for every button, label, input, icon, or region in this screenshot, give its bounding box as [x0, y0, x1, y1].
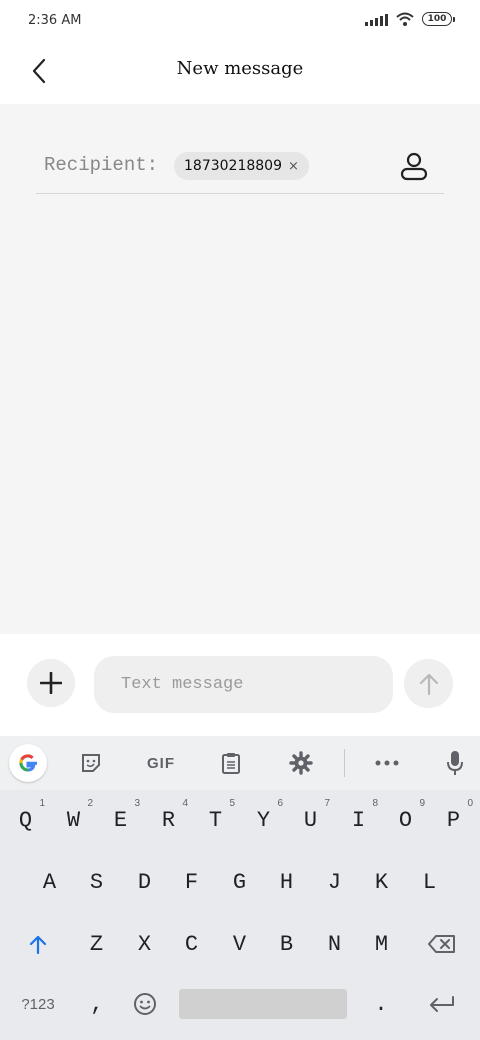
key-k[interactable]: K [358, 858, 405, 906]
key-z[interactable]: Z [73, 920, 120, 968]
google-icon[interactable] [9, 744, 47, 782]
key-i[interactable]: I8 [335, 796, 382, 844]
app-header: New message [0, 42, 480, 104]
enter-key[interactable] [416, 980, 468, 1028]
symbols-key[interactable]: ?123 [10, 980, 66, 1028]
send-button[interactable] [404, 659, 453, 708]
person-icon [400, 152, 428, 181]
plus-icon [40, 672, 62, 694]
chip-close-icon[interactable]: × [288, 159, 299, 174]
key-h[interactable]: H [263, 858, 310, 906]
page-title: New message [176, 58, 304, 79]
gif-icon[interactable]: GIF [138, 745, 184, 781]
key-s[interactable]: S [73, 858, 120, 906]
status-bar: 2:36 AM 100 [0, 0, 480, 42]
battery-level: 100 [427, 14, 447, 24]
add-attachment-button[interactable] [27, 659, 75, 707]
shift-icon [29, 935, 47, 954]
key-c[interactable]: C [168, 920, 215, 968]
recipient-chip-text: 18730218809 [184, 158, 282, 174]
key-g[interactable]: G [216, 858, 263, 906]
key-r[interactable]: R4 [145, 796, 192, 844]
key-w[interactable]: W2 [50, 796, 97, 844]
key-q[interactable]: Q1 [2, 796, 49, 844]
battery-icon: 100 [422, 12, 455, 26]
key-e[interactable]: E3 [97, 796, 144, 844]
clipboard-icon[interactable] [212, 745, 250, 781]
emoji-key[interactable] [122, 980, 168, 1028]
more-icon[interactable] [368, 745, 406, 781]
recipient-row[interactable]: Recipient: 18730218809 × [36, 140, 444, 194]
message-input[interactable] [94, 656, 393, 713]
shift-key[interactable] [14, 920, 62, 968]
gif-label: GIF [147, 754, 175, 772]
contact-picker-button[interactable] [398, 150, 430, 182]
arrow-up-icon [419, 673, 438, 695]
sticker-icon[interactable] [72, 745, 110, 781]
key-l[interactable]: L [406, 858, 453, 906]
recipient-label: Recipient: [44, 154, 159, 176]
wifi-icon [396, 12, 414, 26]
key-a[interactable]: A [26, 858, 73, 906]
status-icons: 100 [365, 12, 455, 26]
backspace-icon [428, 935, 455, 953]
toolbar-divider [344, 749, 345, 777]
key-f[interactable]: F [168, 858, 215, 906]
key-x[interactable]: X [121, 920, 168, 968]
key-p[interactable]: P0 [430, 796, 477, 844]
key-t[interactable]: T5 [192, 796, 239, 844]
recipient-chip[interactable]: 18730218809 × [174, 152, 309, 180]
gear-icon[interactable] [282, 745, 320, 781]
compose-bar [0, 634, 480, 736]
space-key[interactable] [179, 989, 347, 1019]
key-v[interactable]: V [216, 920, 263, 968]
keyboard-toolbar: GIF [0, 736, 480, 790]
signal-icon [365, 12, 388, 26]
period-key[interactable]: . [358, 980, 404, 1028]
enter-icon [430, 996, 454, 1012]
key-j[interactable]: J [311, 858, 358, 906]
key-o[interactable]: O9 [382, 796, 429, 844]
status-time: 2:36 AM [28, 13, 82, 28]
key-m[interactable]: M [358, 920, 405, 968]
key-u[interactable]: U7 [287, 796, 334, 844]
key-y[interactable]: Y6 [240, 796, 287, 844]
key-b[interactable]: B [263, 920, 310, 968]
keyboard: GIF Q 1 W 2 E 3 R 4 T 5 Y 6 U 7 I 8 O 9 … [0, 736, 480, 1040]
emoji-icon [134, 993, 156, 1015]
backspace-key[interactable] [416, 920, 468, 968]
mic-icon[interactable] [436, 745, 474, 781]
key-n[interactable]: N [311, 920, 358, 968]
key-d[interactable]: D [121, 858, 168, 906]
message-content-area: Recipient: 18730218809 × [0, 104, 480, 634]
comma-key[interactable]: , [74, 980, 120, 1028]
